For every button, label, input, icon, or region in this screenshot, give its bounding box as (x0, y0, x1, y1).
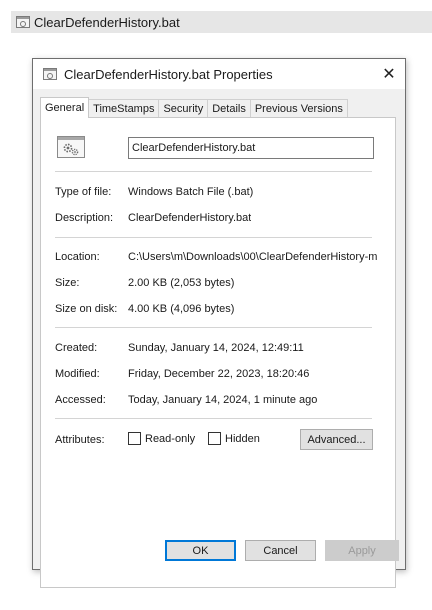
size-on-disk-label: Size on disk: (55, 303, 118, 315)
hidden-checkbox-box[interactable] (208, 432, 221, 445)
bat-file-icon (43, 68, 57, 80)
description-label: Description: (55, 212, 114, 224)
location-label: Location: (55, 251, 100, 263)
separator (55, 237, 372, 238)
close-icon: ✕ (382, 66, 396, 83)
general-panel: Type of file: Windows Batch File (.bat) … (40, 117, 396, 588)
file-strip-label: ClearDefenderHistory.bat (34, 14, 180, 30)
attributes-label: Attributes: (55, 434, 105, 446)
created-value: Sunday, January 14, 2024, 12:49:11 (128, 342, 304, 354)
size-value: 2.00 KB (2,053 bytes) (128, 277, 235, 289)
location-value: C:\Users\m\Downloads\00\ClearDefenderHis… (128, 251, 378, 263)
readonly-label: Read-only (145, 432, 196, 445)
file-name-input[interactable] (128, 137, 374, 159)
apply-button[interactable]: Apply (325, 540, 399, 561)
tab-details[interactable]: Details (207, 99, 251, 117)
description-value: ClearDefenderHistory.bat (128, 212, 252, 224)
advanced-button[interactable]: Advanced... (300, 429, 373, 450)
modified-value: Friday, December 22, 2023, 18:20:46 (128, 368, 310, 380)
readonly-checkbox[interactable]: Read-only (128, 432, 195, 445)
tab-strip: General TimeStamps Security Details Prev… (40, 97, 348, 118)
separator (55, 418, 372, 419)
accessed-value: Today, January 14, 2024, 1 minute ago (128, 394, 318, 406)
created-label: Created: (55, 342, 98, 354)
tab-timestamps[interactable]: TimeStamps (88, 99, 160, 117)
close-button[interactable]: ✕ (373, 59, 405, 89)
file-strip[interactable]: ClearDefenderHistory.bat (11, 11, 432, 33)
type-of-file-label: Type of file: (55, 186, 112, 198)
bat-file-icon (16, 16, 30, 28)
batch-gear-icon (57, 136, 85, 158)
properties-dialog: ClearDefenderHistory.bat Properties ✕ Ge… (32, 58, 406, 588)
tab-security[interactable]: Security (158, 99, 209, 117)
accessed-label: Accessed: (55, 394, 106, 406)
tab-previous-versions[interactable]: Previous Versions (249, 99, 348, 117)
ok-button[interactable]: OK (165, 540, 236, 561)
cancel-button[interactable]: Cancel (245, 540, 316, 561)
type-of-file-value: Windows Batch File (.bat) (128, 186, 254, 198)
hidden-label: Hidden (225, 432, 260, 445)
size-label: Size: (55, 277, 80, 289)
readonly-checkbox-box[interactable] (128, 432, 141, 445)
size-on-disk-value: 4.00 KB (4,096 bytes) (128, 303, 235, 315)
separator (55, 327, 372, 328)
hidden-checkbox[interactable]: Hidden (208, 432, 260, 445)
tab-general[interactable]: General (40, 97, 90, 118)
separator (55, 171, 372, 172)
modified-label: Modified: (55, 368, 100, 380)
title-bar[interactable]: ClearDefenderHistory.bat Properties ✕ (33, 59, 405, 89)
dialog-title: ClearDefenderHistory.bat Properties (64, 66, 273, 82)
